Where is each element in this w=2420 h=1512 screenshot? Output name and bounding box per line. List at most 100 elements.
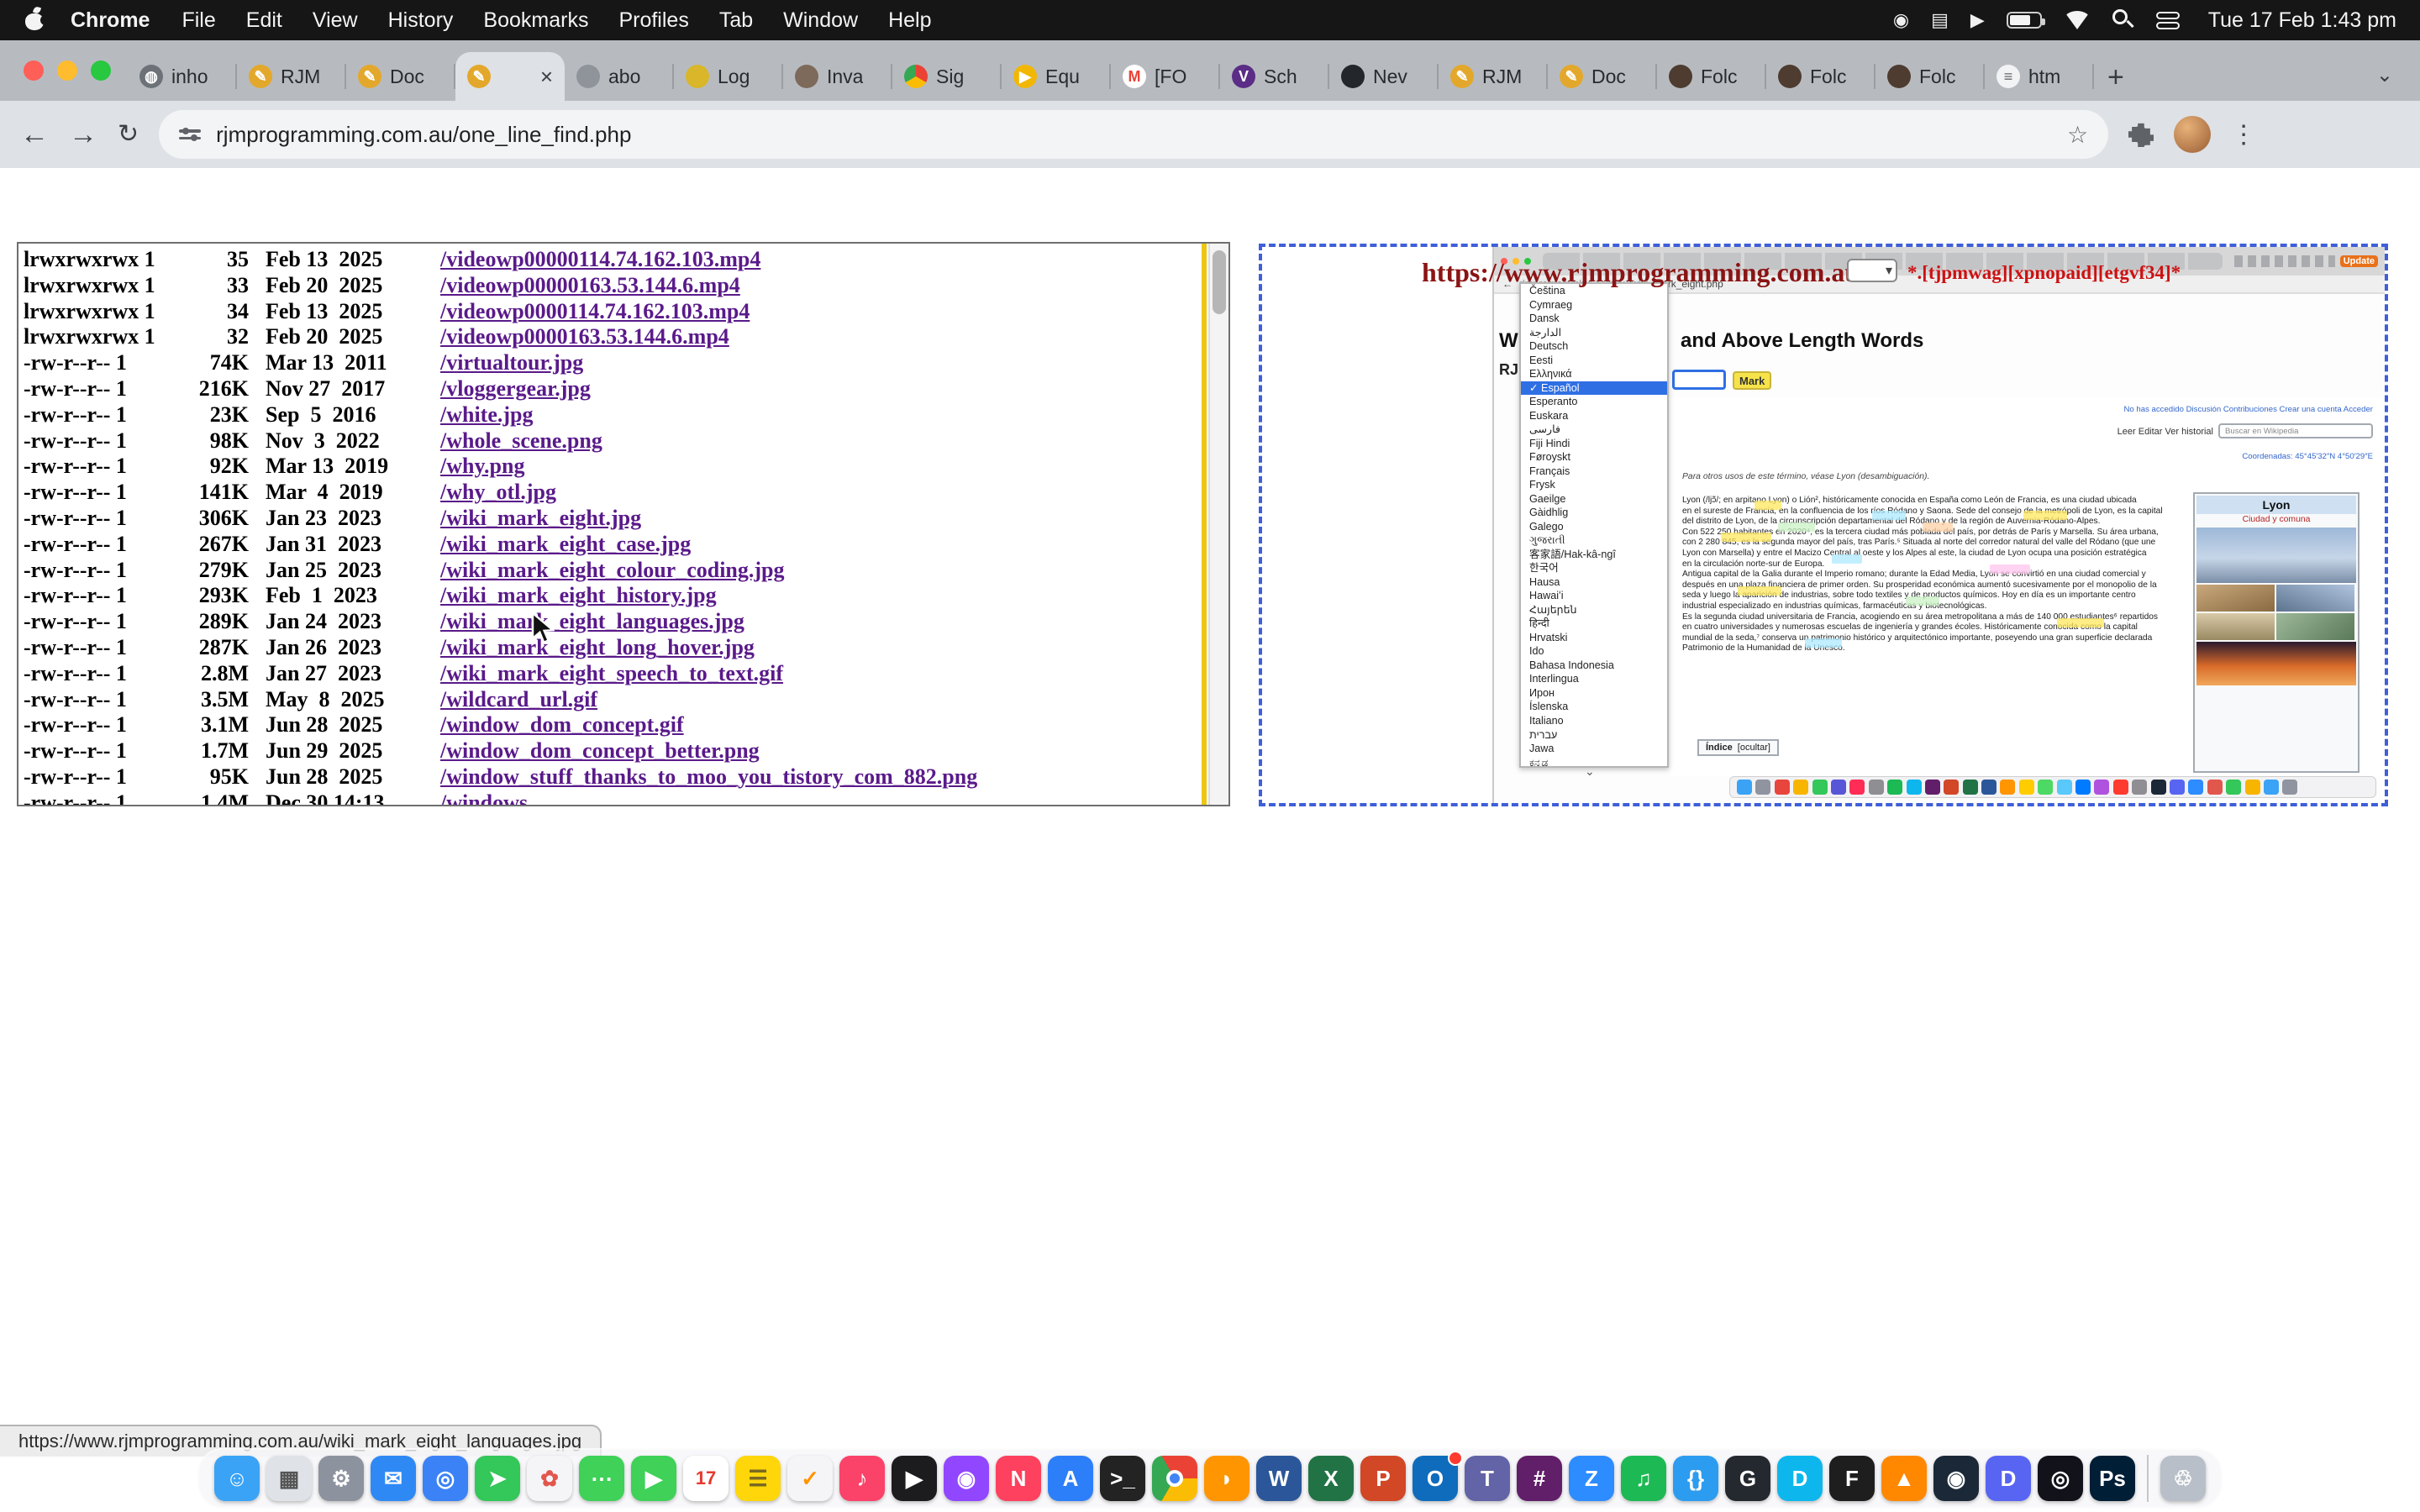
tab-14[interactable]: ✎Doc bbox=[1548, 52, 1657, 101]
tab-8[interactable]: Sig bbox=[892, 52, 1002, 101]
battery-icon[interactable] bbox=[2007, 12, 2042, 29]
file-link[interactable]: /window_dom_concept_better.png bbox=[440, 738, 760, 764]
menu-item-file[interactable]: File bbox=[166, 8, 230, 33]
tab-12[interactable]: Nev bbox=[1329, 52, 1439, 101]
tab-3[interactable]: ✎Doc bbox=[346, 52, 455, 101]
scrollbar-thumb[interactable] bbox=[1213, 250, 1226, 314]
file-link[interactable]: /wiki_mark_eight_speech_to_text.gif bbox=[440, 661, 783, 687]
file-link[interactable]: /virtualtour.jpg bbox=[440, 350, 583, 376]
profile-avatar[interactable] bbox=[2174, 116, 2211, 153]
file-link[interactable]: /wildcard_url.gif bbox=[440, 687, 597, 713]
app-menu-chrome[interactable]: Chrome bbox=[54, 8, 166, 33]
dock-icon-calendar[interactable]: 17 bbox=[683, 1456, 729, 1501]
window-minimize-button[interactable] bbox=[57, 60, 77, 81]
window-zoom-button[interactable] bbox=[91, 60, 111, 81]
reload-button[interactable]: ↻ bbox=[118, 122, 139, 147]
file-link[interactable]: /whole_scene.png bbox=[440, 428, 602, 454]
dock-icon-slack[interactable]: # bbox=[1517, 1456, 1562, 1501]
display-mirroring-icon[interactable]: ▤ bbox=[1931, 11, 1949, 29]
file-link[interactable]: /why.png bbox=[440, 454, 524, 480]
tab-5[interactable]: abo bbox=[565, 52, 674, 101]
menu-item-edit[interactable]: Edit bbox=[231, 8, 297, 33]
tab-7[interactable]: Inva bbox=[783, 52, 892, 101]
file-link[interactable]: /wiki_mark_eight.jpg bbox=[440, 506, 641, 532]
file-link[interactable]: /videowp00000163.53.144.6.mp4 bbox=[440, 273, 740, 299]
dock-icon-mail[interactable]: ✉ bbox=[371, 1456, 416, 1501]
file-link[interactable]: /wiki_mark_eight_case.jpg bbox=[440, 532, 691, 558]
dock-icon-notes[interactable]: ☰ bbox=[735, 1456, 781, 1501]
dock-icon-teams[interactable]: T bbox=[1465, 1456, 1510, 1501]
menu-item-window[interactable]: Window bbox=[768, 8, 873, 33]
forward-button[interactable]: → bbox=[69, 120, 97, 149]
play-icon[interactable]: ▶ bbox=[1970, 11, 1985, 29]
dock-icon-steam[interactable]: ◉ bbox=[1933, 1456, 1979, 1501]
screen-record-icon[interactable]: ◉ bbox=[1893, 11, 1909, 29]
file-link[interactable]: /videowp00000114.74.162.103.mp4 bbox=[440, 247, 760, 273]
tab-4[interactable]: ✎× bbox=[455, 52, 565, 101]
file-link[interactable]: /wiki_mark_eight_history.jpg bbox=[440, 583, 717, 609]
extensions-icon[interactable] bbox=[2128, 122, 2154, 147]
dock-icon-docker[interactable]: D bbox=[1777, 1456, 1823, 1501]
menu-item-view[interactable]: View bbox=[297, 8, 373, 33]
tab-18[interactable]: ≡htm bbox=[1985, 52, 2094, 101]
listing-scrollbar[interactable] bbox=[1208, 244, 1228, 805]
file-link[interactable]: /wiki_mark_eight_languages.jpg bbox=[440, 609, 744, 635]
dock-icon-github[interactable]: G bbox=[1725, 1456, 1770, 1501]
tab-16[interactable]: Folc bbox=[1766, 52, 1876, 101]
file-link[interactable]: /wiki_mark_eight_long_hover.jpg bbox=[440, 635, 755, 661]
tab-search-chevron[interactable]: ⌄ bbox=[2360, 63, 2410, 101]
tab-13[interactable]: ✎RJM bbox=[1439, 52, 1548, 101]
dock-icon-launchpad[interactable]: ▦ bbox=[266, 1456, 312, 1501]
dock-icon-music[interactable]: ♪ bbox=[839, 1456, 885, 1501]
dock-icon-chrome[interactable] bbox=[1152, 1456, 1197, 1501]
tab-1[interactable]: ◍inho bbox=[128, 52, 237, 101]
wifi-icon[interactable] bbox=[2064, 11, 2091, 29]
tab-11[interactable]: VSch bbox=[1220, 52, 1329, 101]
dock-icon-facetime[interactable]: ▶ bbox=[631, 1456, 676, 1501]
dock-icon-photos[interactable]: ✿ bbox=[527, 1456, 572, 1501]
dock-icon-vlc[interactable]: ▲ bbox=[1881, 1456, 1927, 1501]
dock-icon-tv[interactable]: ▶ bbox=[892, 1456, 937, 1501]
dock-icon-maps[interactable]: ➤ bbox=[475, 1456, 520, 1501]
menu-bar-clock[interactable]: Tue 17 Feb 1:43 pm bbox=[2208, 8, 2396, 33]
file-link[interactable]: /why_otl.jpg bbox=[440, 480, 556, 506]
tab-2[interactable]: ✎RJM bbox=[237, 52, 346, 101]
tab-9[interactable]: ▶Equ bbox=[1002, 52, 1111, 101]
dock-icon-vscode[interactable]: {} bbox=[1673, 1456, 1718, 1501]
dock-icon-finder[interactable]: ☺ bbox=[214, 1456, 260, 1501]
file-link[interactable]: /vloggergear.jpg bbox=[440, 376, 591, 402]
dock-icon-reminders[interactable]: ✓ bbox=[787, 1456, 833, 1501]
dock-icon-word[interactable]: W bbox=[1256, 1456, 1302, 1501]
menu-item-bookmarks[interactable]: Bookmarks bbox=[468, 8, 603, 33]
dock-icon-firefox[interactable]: ◗ bbox=[1204, 1456, 1249, 1501]
control-center-icon[interactable] bbox=[2156, 12, 2180, 29]
menu-item-tab[interactable]: Tab bbox=[704, 8, 768, 33]
new-tab-button[interactable]: + bbox=[2094, 61, 2138, 101]
file-link[interactable]: /window_stuff_thanks_to_moo_you_tistory_… bbox=[440, 764, 977, 790]
tab-10[interactable]: M[FO bbox=[1111, 52, 1220, 101]
dock-icon-zoom[interactable]: Z bbox=[1569, 1456, 1614, 1501]
back-button[interactable]: ← bbox=[20, 120, 49, 149]
menu-item-help[interactable]: Help bbox=[873, 8, 946, 33]
file-link[interactable]: /windows_… bbox=[440, 790, 560, 806]
dock-icon-safari[interactable]: ◎ bbox=[423, 1456, 468, 1501]
file-link[interactable]: /white.jpg bbox=[440, 402, 534, 428]
url-text[interactable]: rjmprogramming.com.au/one_line_find.php bbox=[216, 122, 2052, 148]
dock-icon-terminal[interactable]: >_ bbox=[1100, 1456, 1145, 1501]
dock-icon-powerpoint[interactable]: P bbox=[1360, 1456, 1406, 1501]
file-link[interactable]: /videowp0000114.74.162.103.mp4 bbox=[440, 299, 750, 325]
dock-icon-messages[interactable]: ⋯ bbox=[579, 1456, 624, 1501]
dock-icon-trash[interactable]: ♲ bbox=[2160, 1456, 2206, 1501]
menu-item-profiles[interactable]: Profiles bbox=[603, 8, 703, 33]
address-bar[interactable]: rjmprogramming.com.au/one_line_find.php … bbox=[159, 110, 2108, 159]
tab-17[interactable]: Folc bbox=[1876, 52, 1985, 101]
site-settings-icon[interactable] bbox=[179, 129, 201, 139]
apple-menu-icon[interactable] bbox=[24, 8, 47, 32]
tab-close-icon[interactable]: × bbox=[540, 64, 553, 90]
window-close-button[interactable] bbox=[24, 60, 44, 81]
file-link[interactable]: /wiki_mark_eight_colour_coding.jpg bbox=[440, 558, 785, 584]
tab-15[interactable]: Folc bbox=[1657, 52, 1766, 101]
dock-icon-podcasts[interactable]: ◉ bbox=[944, 1456, 989, 1501]
tab-6[interactable]: Log bbox=[674, 52, 783, 101]
dock-icon-discord[interactable]: D bbox=[1986, 1456, 2031, 1501]
